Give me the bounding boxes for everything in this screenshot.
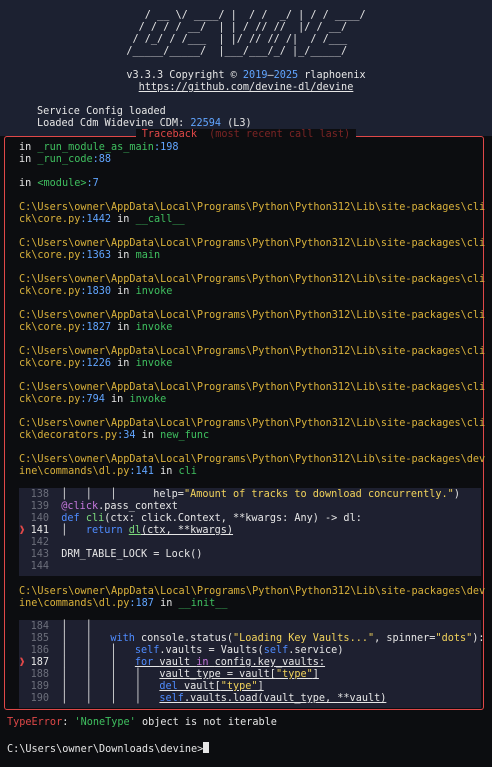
code-line: 185 │ │ with console.status("Loading Key… bbox=[30, 633, 485, 644]
traceback-file-path: C:\Users\owner\AppData\Local\Programs\Py… bbox=[19, 274, 486, 285]
traceback-frame: in _run_module_as_main:198 bbox=[19, 142, 179, 153]
ascii-logo-line: /_____/_____/ |___/___/_/ |_/_____/ bbox=[126, 46, 366, 57]
traceback-file-location: ck\core.py:1363 in main bbox=[19, 250, 161, 261]
ascii-logo-line: / /_/ / /___ | |/ // // /| / /___ bbox=[126, 34, 366, 45]
ascii-logo-line: / / / / __/ | | / // // |/ / __/ bbox=[126, 22, 366, 33]
command-prompt[interactable]: C:\Users\owner\Downloads\devine> bbox=[7, 742, 210, 756]
traceback-file-location: ck\core.py:1442 in __call__ bbox=[19, 214, 185, 225]
code-line: 142 bbox=[30, 537, 49, 548]
code-line: 190 │ │ │ │ self.vaults.load(vault_type,… bbox=[30, 693, 387, 704]
ascii-logo-line: / __ \/ ____/ | / / _/ | / / ____/ bbox=[126, 10, 366, 21]
traceback-file-path: C:\Users\owner\AppData\Local\Programs\Py… bbox=[19, 202, 486, 213]
traceback-file-location: ck\core.py:1226 in invoke bbox=[19, 358, 173, 369]
traceback-file-path: C:\Users\owner\AppData\Local\Programs\Py… bbox=[19, 586, 486, 597]
error-message: TypeError: 'NoneType' object is not iter… bbox=[7, 717, 277, 728]
traceback-file-location: ine\commands\dl.py:187 in __init__ bbox=[19, 598, 228, 609]
code-line: 138 │ │ │ help="Amount of tracks to down… bbox=[30, 489, 460, 500]
code-line: 189 │ │ │ │ del vault["type"] bbox=[30, 681, 264, 692]
service-config-message: Service Config loaded bbox=[37, 106, 166, 117]
code-line-current: ❱ 187 │ │ │ for vault in config.key_vault… bbox=[19, 657, 326, 668]
code-line: 188 │ │ │ │ vault_type = vault["type"] bbox=[30, 669, 319, 680]
code-context-2: 184 │ │ 185 │ │ with console.status("Loa… bbox=[19, 620, 485, 708]
traceback-file-path: C:\Users\owner\AppData\Local\Programs\Py… bbox=[19, 238, 486, 249]
traceback-file-location: ck\core.py:794 in invoke bbox=[19, 394, 167, 405]
repo-link[interactable]: https://github.com/devine-dl/devine bbox=[0, 82, 492, 94]
traceback-file-location: ine\commands\dl.py:141 in cli bbox=[19, 466, 197, 477]
traceback-file-location: ck\decorators.py:34 in new_func bbox=[19, 430, 210, 441]
code-line: 144 bbox=[30, 561, 49, 572]
code-line: 140 def cli(ctx: click.Context, **kwargs… bbox=[30, 513, 362, 524]
traceback-file-location: ck\core.py:1827 in invoke bbox=[19, 322, 173, 333]
code-line: 139 @click.pass_context bbox=[30, 501, 178, 512]
traceback-file-path: C:\Users\owner\AppData\Local\Programs\Py… bbox=[19, 310, 486, 321]
traceback-frame: in <module>:7 bbox=[19, 178, 99, 189]
traceback-file-location: ck\core.py:1830 in invoke bbox=[19, 286, 173, 297]
traceback-frame: in _run_code:88 bbox=[19, 154, 112, 165]
version-line: v3.3.3 Copyright © 2019–2025 rlaphoenix bbox=[126, 70, 366, 81]
traceback-file-path: C:\Users\owner\AppData\Local\Programs\Py… bbox=[19, 346, 486, 357]
code-context-1: 138 │ │ │ help="Amount of tracks to down… bbox=[19, 488, 481, 576]
traceback-file-path: C:\Users\owner\AppData\Local\Programs\Py… bbox=[19, 382, 486, 393]
code-line: 184 │ │ bbox=[30, 621, 92, 632]
code-line: 186 │ │ │ self.vaults = Vaults(self.serv… bbox=[30, 645, 344, 656]
code-line: 143 DRM_TABLE_LOCK = Lock() bbox=[30, 549, 203, 560]
banner: / __ \/ ____/ | / / _/ | / / ____/ / / /… bbox=[0, 0, 492, 136]
traceback-file-path: C:\Users\owner\AppData\Local\Programs\Py… bbox=[19, 454, 486, 465]
code-line-current: ❱ 141 │ return dl(ctx, **kwargs) bbox=[19, 525, 234, 536]
traceback-file-path: C:\Users\owner\AppData\Local\Programs\Py… bbox=[19, 418, 486, 429]
text-cursor bbox=[203, 742, 210, 753]
traceback-title: Traceback (most recent call last) bbox=[0, 129, 492, 141]
